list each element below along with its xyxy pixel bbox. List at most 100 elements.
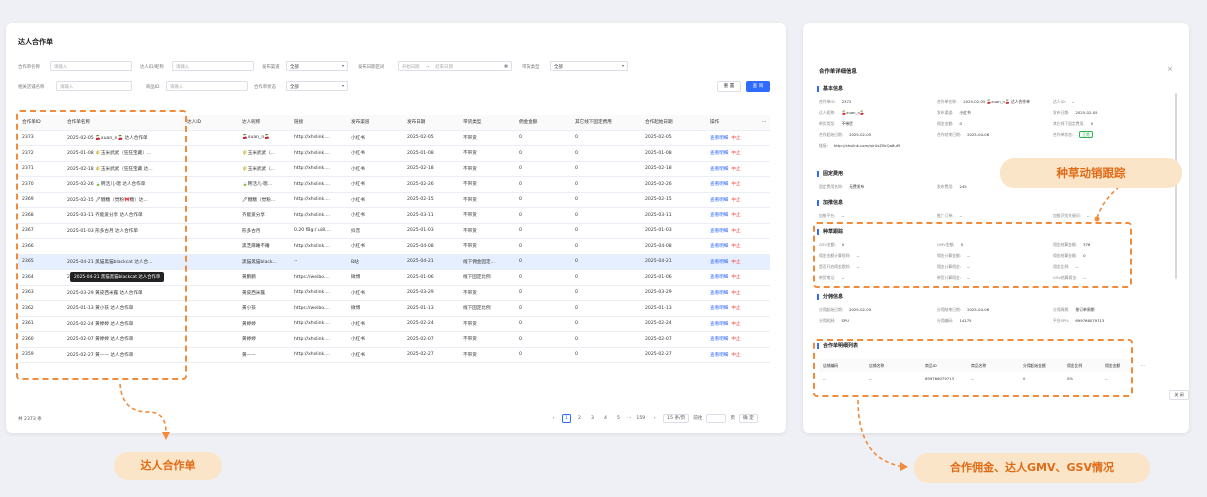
view-detail-link[interactable]: 查看明细 (710, 213, 728, 218)
stop-link[interactable]: 中止 (731, 136, 740, 141)
cell-date: 2025-02-07 (403, 331, 459, 348)
cell-channel: 小红书 (347, 161, 403, 177)
cell-fee: 0 (571, 176, 641, 193)
field-label: 合作单名称: (937, 99, 958, 104)
more-columns-icon[interactable]: ··· (758, 115, 770, 131)
page-button[interactable]: 2 (575, 414, 584, 423)
goto-page-input[interactable] (706, 413, 727, 423)
view-detail-link[interactable]: 查看明细 (710, 322, 728, 327)
view-detail-link[interactable]: 查看明细 (710, 353, 728, 358)
cell-date: 2025-03-11 (403, 207, 459, 224)
page-button[interactable]: 5 (614, 414, 623, 423)
view-detail-link[interactable]: 查看明细 (710, 260, 728, 265)
field-label: 平台SPU: (1053, 318, 1070, 323)
cell-link: http://xhslink.... (290, 176, 347, 193)
cell-nick: 黄—— (238, 347, 290, 363)
stop-link[interactable]: 中止 (731, 260, 740, 265)
product-id-input[interactable]: 请输入 (166, 81, 248, 91)
stop-link[interactable]: 中止 (731, 198, 740, 203)
goto-confirm-button[interactable]: 确 定 (739, 413, 758, 423)
shop-name-input[interactable]: 请输入 (56, 81, 132, 91)
view-detail-link[interactable]: 查看明细 (710, 244, 728, 249)
filter-label-product: 商品ID (146, 85, 160, 90)
status-select[interactable]: 全部 ▾ (286, 81, 348, 91)
view-detail-link[interactable]: 查看明细 (710, 306, 728, 311)
close-icon[interactable]: × (1167, 65, 1173, 73)
cell-kol-id (183, 161, 238, 177)
view-detail-link[interactable]: 查看明细 (710, 136, 728, 141)
col-header: 操作 (706, 115, 758, 131)
stop-link[interactable]: 中止 (731, 244, 740, 249)
cell-link: http://xhslink.... (290, 316, 347, 332)
detail-field: 加推平台: -- (819, 213, 844, 219)
stop-link[interactable]: 中止 (731, 213, 740, 218)
cell-nick: 黄鹏鹏 (238, 269, 290, 286)
close-button[interactable]: 关 闭 (1169, 390, 1189, 400)
view-detail-link[interactable]: 查看明细 (710, 182, 728, 187)
view-detail-link[interactable]: 查看明细 (710, 151, 728, 156)
col-header: 达人昵称 (238, 115, 290, 131)
filter-label-channel: 发布渠道 (262, 65, 280, 70)
cell-fee: 0 (571, 316, 641, 332)
page-size-select[interactable]: 15 条/页 (663, 413, 690, 423)
total-count: 共 2373 条 (18, 417, 42, 422)
cell-kol-id (183, 207, 238, 224)
stop-link[interactable]: 中止 (731, 151, 740, 156)
order-name-input[interactable]: 请输入 (50, 61, 132, 71)
cell-commission: 0 (515, 207, 571, 224)
stop-link[interactable]: 中止 (731, 182, 740, 187)
page-button[interactable]: 3 (588, 414, 597, 423)
stop-link[interactable]: 中止 (731, 306, 740, 311)
more-columns-icon[interactable]: ··· (1141, 363, 1145, 368)
cell-type: 线下固定比例 (459, 269, 515, 286)
page-button[interactable]: 4 (601, 414, 610, 423)
view-detail-link[interactable]: 查看明细 (710, 291, 728, 296)
reset-button[interactable]: 重 置 (717, 81, 741, 92)
field-value: 2025-04-06 (967, 132, 990, 137)
stop-link[interactable]: 中止 (731, 229, 740, 234)
channel-select[interactable]: 全部 ▾ (286, 61, 348, 71)
stop-link[interactable]: 中止 (731, 353, 740, 358)
cell-actions: 查看明细 中止 (706, 254, 758, 270)
stop-link[interactable]: 中止 (731, 322, 740, 327)
stop-link[interactable]: 中止 (731, 167, 740, 172)
date-arrow: → (425, 65, 430, 70)
stop-link[interactable]: 中止 (731, 337, 740, 342)
detail-field: 其它线下固定费用: 0 (1053, 121, 1093, 127)
next-page-button[interactable]: › (650, 414, 659, 423)
field-label: 推广订单: (937, 213, 954, 218)
view-detail-link[interactable]: 查看明细 (710, 275, 728, 280)
cell-actions: 查看明细 中止 (706, 238, 758, 255)
cell-kol-id (183, 331, 238, 348)
goods-type-select[interactable]: 全部 ▾ (550, 61, 628, 71)
cell-date: 2025-01-06 (403, 269, 459, 286)
field-value: 2025-04-06 (967, 307, 990, 312)
last-page-button[interactable]: 159 (635, 414, 646, 423)
stop-link[interactable]: 中止 (731, 275, 740, 280)
detail-field: 发布渠道: 小红书 (937, 110, 971, 116)
col-header: 带货类型 (459, 115, 515, 131)
date-range-picker[interactable]: 开始日期 → 结束日期 ▦ (398, 61, 512, 71)
section-boost: 加推信息 (817, 200, 843, 206)
view-detail-link[interactable]: 查看明细 (710, 198, 728, 203)
cell-start-date: 2025-01-06 (641, 269, 706, 286)
query-button[interactable]: 查 询 (746, 81, 770, 92)
field-value: -- (841, 213, 845, 218)
cell-commission: 0 (515, 238, 571, 255)
col-header: 发布渠道 (347, 115, 403, 131)
cell-channel: 抖音 (347, 223, 403, 239)
prev-page-button[interactable]: ‹ (549, 414, 558, 423)
stop-link[interactable]: 中止 (731, 291, 740, 296)
col-header: 合作起始日期 (641, 115, 706, 131)
detail-field: 达人昵称: 🍒xuan_n🍒 (819, 110, 865, 116)
cell-fee: 0 (571, 285, 641, 301)
status-select-value: 全部 (290, 85, 299, 90)
view-detail-link[interactable]: 查看明细 (710, 337, 728, 342)
field-value: -- (959, 213, 963, 218)
scrollbar[interactable] (1175, 93, 1177, 279)
page-button[interactable]: 1 (562, 413, 571, 423)
page-ellipsis[interactable]: ··· (627, 416, 631, 421)
view-detail-link[interactable]: 查看明细 (710, 167, 728, 172)
view-detail-link[interactable]: 查看明细 (710, 229, 728, 234)
kol-id-input[interactable]: 请输入 (172, 61, 254, 71)
